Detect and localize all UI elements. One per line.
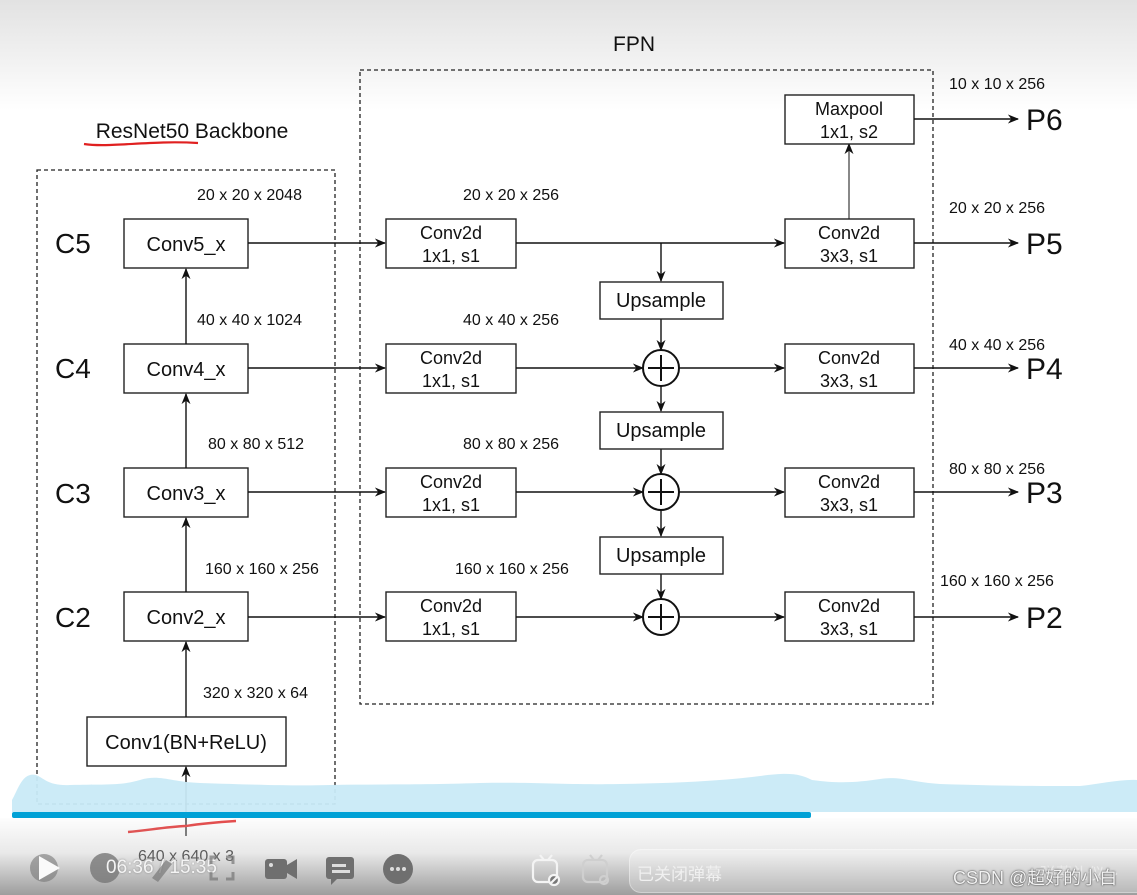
level-label-c3: C3: [55, 478, 91, 509]
svg-text:Conv2d: Conv2d: [420, 472, 482, 492]
pen-button[interactable]: [148, 852, 176, 884]
danmaku-off-icon: [531, 854, 561, 887]
output-shape-p2: 160 x 160 x 256: [940, 573, 1054, 590]
output-shape-p5: 20 x 20 x 256: [949, 200, 1045, 217]
output-label-p4: P4: [1026, 353, 1063, 386]
danmaku-settings-icon: [581, 854, 610, 886]
csdn-watermark: CSDN @超好的小白: [953, 868, 1118, 888]
fpn-title: FPN: [613, 33, 655, 56]
output-shape-p6: 10 x 10 x 256: [949, 76, 1045, 93]
add-node-p4: [642, 349, 680, 387]
lateral-conv-p3: Conv2d 1x1, s1: [385, 467, 517, 518]
svg-text:Maxpool: Maxpool: [815, 99, 883, 119]
output-conv-p5: Conv2d 3x3, s1: [784, 218, 915, 269]
shape-c4: 40 x 40 x 1024: [197, 312, 302, 329]
svg-text:3x3, s1: 3x3, s1: [820, 371, 878, 391]
svg-text:1x1, s1: 1x1, s1: [422, 619, 480, 639]
level-label-c2: C2: [55, 602, 91, 633]
svg-text:Conv1(BN+ReLU): Conv1(BN+ReLU): [105, 732, 267, 754]
svg-text:3x3, s1: 3x3, s1: [820, 495, 878, 515]
svg-text:Upsample: Upsample: [616, 545, 706, 567]
output-label-p6: P6: [1026, 104, 1063, 137]
upsample-block-2: Upsample: [599, 411, 724, 450]
comment-icon: [326, 857, 354, 885]
lateral-shape-p2: 160 x 160 x 256: [455, 561, 569, 578]
output-label-p2: P2: [1026, 602, 1063, 635]
backbone-block-conv3: Conv3_x: [123, 467, 249, 518]
output-label-p3: P3: [1026, 477, 1063, 510]
add-node-p3: [642, 473, 680, 511]
comment-button[interactable]: [323, 854, 357, 886]
svg-text:Conv4_x: Conv4_x: [147, 359, 226, 381]
danmaku-density-wave: [12, 773, 1137, 812]
more-icon: [383, 854, 413, 884]
play-button[interactable]: [28, 850, 64, 886]
backbone-title: ResNet50 Backbone: [96, 120, 289, 143]
svg-text:1x1, s1: 1x1, s1: [422, 495, 480, 515]
svg-text:Conv3_x: Conv3_x: [147, 483, 226, 505]
level-label-c5: C5: [55, 228, 91, 259]
shape-conv1: 320 x 320 x 64: [203, 685, 308, 702]
lateral-conv-p5: Conv2d 1x1, s1: [385, 218, 517, 269]
svg-text:Conv5_x: Conv5_x: [147, 234, 226, 256]
lateral-shape-p5: 20 x 20 x 256: [463, 187, 559, 204]
svg-text:1x1, s1: 1x1, s1: [422, 246, 480, 266]
fullscreen-icon: [209, 855, 235, 881]
svg-text:Conv2d: Conv2d: [818, 596, 880, 616]
output-arrows: [914, 114, 1020, 622]
backbone-block-conv4: Conv4_x: [123, 343, 249, 394]
fullscreen-button[interactable]: [208, 854, 236, 882]
danmaku-input-placeholder: 已关闭弹幕: [637, 865, 722, 884]
svg-text:Conv2d: Conv2d: [420, 348, 482, 368]
output-label-p5: P5: [1026, 228, 1063, 261]
camera-icon: [265, 859, 297, 879]
current-time: 06:36: [106, 857, 154, 878]
lateral-conv-p2: Conv2d 1x1, s1: [385, 591, 517, 642]
lateral-shape-p3: 80 x 80 x 256: [463, 436, 559, 453]
lateral-shape-p4: 40 x 40 x 256: [463, 312, 559, 329]
danmaku-settings-button[interactable]: [580, 853, 612, 887]
svg-text:Conv2d: Conv2d: [818, 472, 880, 492]
level-label-c4: C4: [55, 353, 91, 384]
backbone-block-conv5: Conv5_x: [123, 218, 249, 269]
play-icon: [30, 854, 60, 882]
svg-text:Conv2d: Conv2d: [818, 223, 880, 243]
record-button[interactable]: [263, 855, 299, 883]
output-shape-p4: 40 x 40 x 256: [949, 337, 1045, 354]
svg-text:Conv2d: Conv2d: [420, 596, 482, 616]
svg-text:1x1, s1: 1x1, s1: [422, 371, 480, 391]
output-conv-p2: Conv2d 3x3, s1: [784, 591, 915, 642]
svg-text:Conv2d: Conv2d: [420, 223, 482, 243]
output-conv-p4: Conv2d 3x3, s1: [784, 343, 915, 394]
svg-text:Upsample: Upsample: [616, 290, 706, 312]
output-shape-p3: 80 x 80 x 256: [949, 461, 1045, 478]
danmaku-toggle-button[interactable]: [530, 853, 562, 887]
svg-text:3x3, s1: 3x3, s1: [820, 619, 878, 639]
maxpool-block: Maxpool 1x1, s2: [784, 94, 915, 145]
fpn-diagram: FPN ResNet50 Backbone C5 C4 C3 C2 Conv5_…: [12, 33, 1137, 865]
shape-c5: 20 x 20 x 2048: [197, 187, 302, 204]
shape-c2: 160 x 160 x 256: [205, 561, 319, 578]
lateral-conv-p4: Conv2d 1x1, s1: [385, 343, 517, 394]
svg-text:3x3, s1: 3x3, s1: [820, 246, 878, 266]
upsample-block-1: Upsample: [599, 281, 724, 320]
output-conv-p3: Conv2d 3x3, s1: [784, 467, 915, 518]
svg-text:1x1, s2: 1x1, s2: [820, 122, 878, 142]
svg-text:Upsample: Upsample: [616, 420, 706, 442]
backbone-block-conv2: Conv2_x: [123, 591, 249, 642]
upsample-block-3: Upsample: [599, 536, 724, 575]
pen-icon: [152, 860, 172, 882]
more-button[interactable]: [381, 852, 415, 886]
backbone-block-conv1: Conv1(BN+ReLU): [86, 716, 287, 767]
svg-text:Conv2_x: Conv2_x: [147, 607, 226, 629]
shape-c3: 80 x 80 x 512: [208, 436, 304, 453]
add-node-p2: [642, 598, 680, 636]
svg-text:Conv2d: Conv2d: [818, 348, 880, 368]
